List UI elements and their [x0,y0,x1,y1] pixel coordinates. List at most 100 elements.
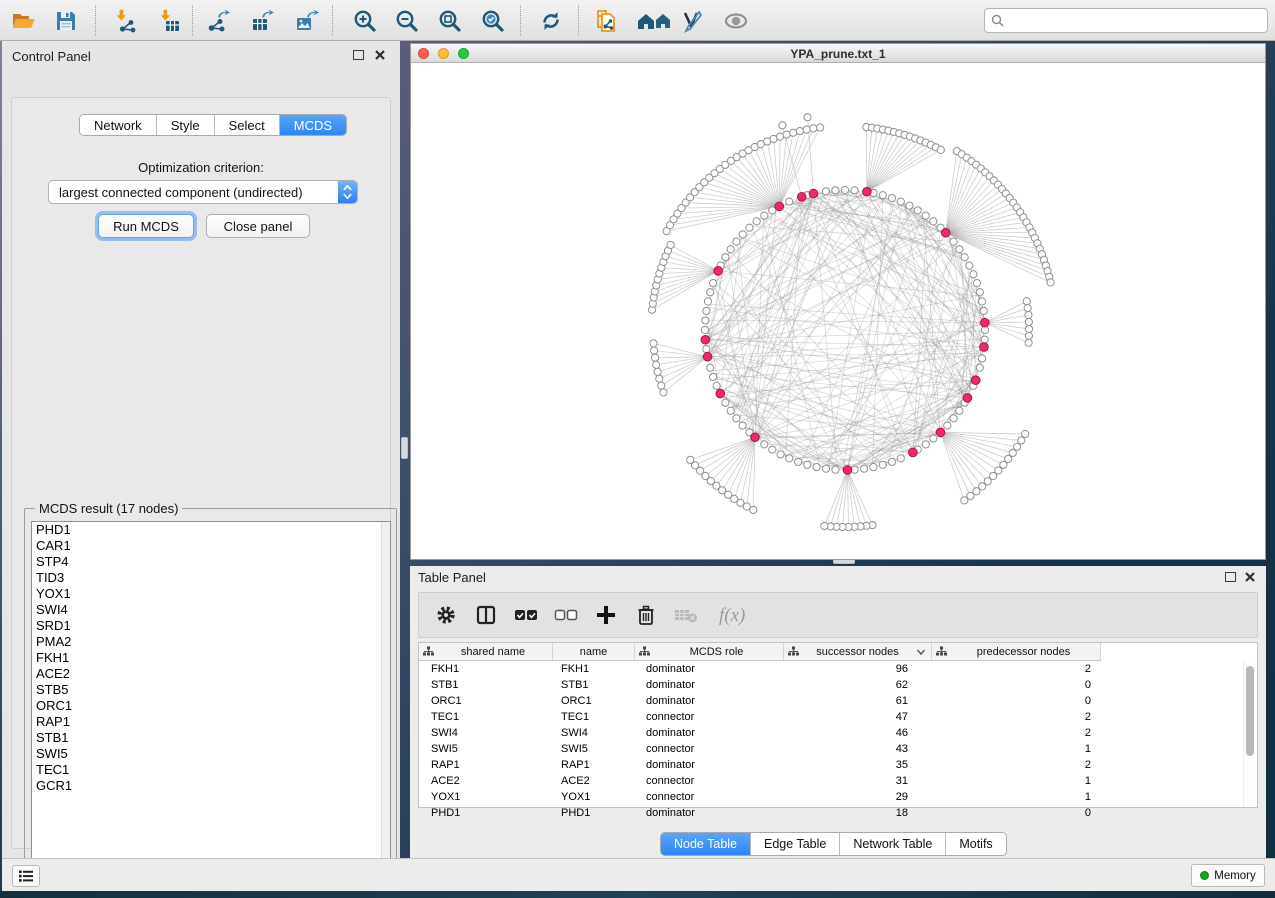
cell-shared_name[interactable]: ORC1 [419,695,553,707]
network-node[interactable] [739,422,746,429]
network-leaf-node[interactable] [1025,339,1032,346]
network-node[interactable] [879,192,886,199]
column-header-MCDS-role[interactable]: MCDS role [635,643,784,660]
network-node[interactable] [761,441,768,448]
network-node[interactable] [727,407,734,414]
close-panel-icon[interactable] [374,49,386,61]
table-row[interactable]: PHD1PHD1dominator180 [419,805,1245,821]
network-node[interactable] [888,194,895,201]
network-node[interactable] [841,186,848,193]
network-node[interactable] [786,455,793,462]
network-node[interactable] [897,455,904,462]
network-dominator-node[interactable] [703,352,712,361]
network-dominator-node[interactable] [751,433,760,442]
cell-successor_nodes[interactable]: 31 [784,775,932,787]
network-leaf-node[interactable] [1025,311,1032,318]
export-network-icon[interactable] [204,7,232,35]
network-leaf-node[interactable] [1025,332,1032,339]
unselect-all-icon[interactable] [553,602,579,628]
cell-predecessor_nodes[interactable]: 0 [932,695,1101,707]
mcds-result-item[interactable]: TID3 [32,570,390,586]
show-columns-icon[interactable] [473,602,499,628]
network-leaf-node[interactable] [1018,437,1025,444]
criterion-dropdown[interactable]: largest connected component (undirected) [48,180,358,204]
mcds-result-item[interactable]: SWI4 [32,602,390,618]
tab-node-table[interactable]: Node Table [661,833,751,855]
network-node[interactable] [746,224,753,231]
mcds-result-item[interactable]: ORC1 [32,698,390,714]
network-node[interactable] [851,187,858,194]
network-leaf-node[interactable] [660,389,667,396]
network-node[interactable] [888,458,895,465]
network-node[interactable] [973,280,980,287]
cell-mcds_role[interactable]: dominator [635,679,784,691]
network-leaf-node[interactable] [1025,325,1032,332]
select-all-icon[interactable] [513,602,539,628]
cell-name[interactable]: ORC1 [553,695,635,707]
mcds-result-item[interactable]: SRD1 [32,618,390,634]
search-field[interactable] [984,8,1268,33]
cell-predecessor_nodes[interactable]: 1 [932,775,1101,787]
network-node[interactable] [922,441,929,448]
mcds-result-item[interactable]: ACE2 [32,666,390,682]
mcds-result-item[interactable]: STB1 [32,730,390,746]
vertical-splitter-grip[interactable] [401,437,408,459]
network-node[interactable] [970,271,977,278]
zoom-in-icon[interactable] [351,7,379,35]
network-node[interactable] [733,415,740,422]
network-node[interactable] [956,407,963,414]
import-network-icon[interactable] [112,7,140,35]
network-dominator-node[interactable] [936,428,945,437]
table-row[interactable]: ACE2ACE2connector311 [419,773,1245,789]
network-node[interactable] [897,198,904,205]
cell-predecessor_nodes[interactable]: 2 [932,759,1101,771]
table-row[interactable]: TEC1TEC1connector472 [419,709,1245,725]
network-dominator-node[interactable] [809,189,818,198]
tab-network-table[interactable]: Network Table [840,833,946,855]
network-leaf-node[interactable] [803,126,810,133]
network-node[interactable] [761,212,768,219]
add-column-icon[interactable] [593,602,619,628]
network-node[interactable] [822,465,829,472]
network-node[interactable] [703,345,710,352]
mcds-result-item[interactable]: TEC1 [32,762,390,778]
float-table-panel-icon[interactable] [1225,572,1236,582]
mcds-result-item[interactable]: YOX1 [32,586,390,602]
cell-predecessor_nodes[interactable]: 2 [932,663,1101,675]
show-eye-icon[interactable] [722,7,750,35]
network-node[interactable] [701,326,708,333]
network-node[interactable] [786,198,793,205]
mcds-result-item[interactable]: PMA2 [32,634,390,650]
zoom-selected-icon[interactable] [479,7,507,35]
cell-name[interactable]: YOX1 [553,791,635,803]
network-node[interactable] [722,254,729,261]
network-leaf-node[interactable] [821,522,828,529]
network-leaf-node[interactable] [653,361,660,368]
network-leaf-node[interactable] [651,347,658,354]
network-node[interactable] [950,238,957,245]
network-node[interactable] [722,399,729,406]
cell-mcds_role[interactable]: dominator [635,663,784,675]
network-leaf-node[interactable] [651,354,658,361]
network-leaf-node[interactable] [1024,305,1031,312]
tab-select[interactable]: Select [215,115,280,135]
memory-button[interactable]: Memory [1191,864,1265,887]
column-header-successor-nodes[interactable]: successor nodes [784,643,932,660]
mcds-result-item[interactable]: RAP1 [32,714,390,730]
cell-successor_nodes[interactable]: 46 [784,727,932,739]
network-leaf-node[interactable] [1022,430,1029,437]
cell-successor_nodes[interactable]: 35 [784,759,932,771]
network-node[interactable] [769,446,776,453]
network-node[interactable] [860,465,867,472]
network-dominator-node[interactable] [775,202,784,211]
mcds-result-list[interactable]: PHD1CAR1STP4TID3YOX1SWI4SRD1PMA2FKH1ACE2… [31,521,391,874]
network-node[interactable] [702,317,709,324]
network-node[interactable] [930,435,937,442]
network-dominator-node[interactable] [981,318,990,327]
cell-name[interactable]: PHD1 [553,807,635,819]
cell-name[interactable]: SWI4 [553,727,635,739]
network-dominator-node[interactable] [909,448,918,457]
cell-shared_name[interactable]: YOX1 [419,791,553,803]
network-node[interactable] [753,218,760,225]
table-row[interactable]: SWI5SWI5connector431 [419,741,1245,757]
